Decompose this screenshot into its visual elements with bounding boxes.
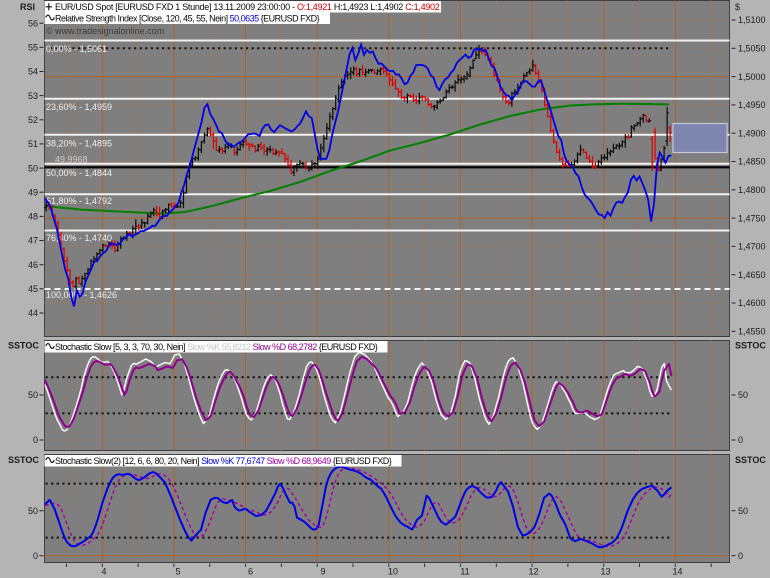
svg-text:1,4900: 1,4900	[738, 128, 766, 138]
svg-text:SSTOC: SSTOC	[735, 341, 766, 351]
svg-text:50: 50	[28, 506, 38, 516]
svg-text:1,4650: 1,4650	[738, 270, 766, 280]
svg-text:Relative Strength Index [Close: Relative Strength Index [Close, 120, 45,…	[55, 14, 320, 24]
svg-text:53: 53	[28, 91, 38, 101]
svg-text:RSI: RSI	[20, 2, 35, 12]
svg-text:1,5050: 1,5050	[738, 44, 766, 54]
svg-text:© www.tradesignalonline.com: © www.tradesignalonline.com	[46, 26, 164, 36]
svg-text:5: 5	[175, 567, 180, 577]
svg-text:50: 50	[28, 163, 38, 173]
svg-text:SSTOC: SSTOC	[8, 455, 39, 465]
svg-text:9: 9	[320, 567, 325, 577]
svg-text:49,9968: 49,9968	[55, 155, 88, 165]
svg-text:1,4700: 1,4700	[738, 242, 766, 252]
svg-text:1,4550: 1,4550	[738, 327, 766, 337]
svg-text:76,40% - 1,4740: 76,40% - 1,4740	[46, 233, 112, 243]
svg-text:1,5100: 1,5100	[738, 15, 766, 25]
svg-text:11: 11	[460, 567, 469, 577]
svg-text:12: 12	[528, 567, 538, 577]
svg-text:38,20% - 1,4895: 38,20% - 1,4895	[46, 139, 112, 149]
svg-text:23,60% - 1,4959: 23,60% - 1,4959	[46, 102, 112, 112]
svg-text:61,80% - 1,4792: 61,80% - 1,4792	[46, 196, 112, 206]
svg-text:50: 50	[738, 390, 748, 400]
svg-text:SSTOC: SSTOC	[8, 341, 39, 351]
svg-text:1,4950: 1,4950	[738, 100, 766, 110]
svg-text:56: 56	[28, 18, 38, 28]
svg-text:45: 45	[28, 284, 38, 294]
svg-text:0: 0	[33, 435, 38, 445]
svg-text:50: 50	[738, 506, 748, 516]
svg-text:0: 0	[738, 551, 743, 561]
svg-text:6: 6	[248, 567, 253, 577]
svg-text:10: 10	[388, 567, 398, 577]
svg-text:1,4750: 1,4750	[738, 213, 766, 223]
svg-text:52: 52	[28, 115, 38, 125]
svg-text:1,4800: 1,4800	[738, 185, 766, 195]
svg-text:$: $	[735, 2, 740, 12]
svg-text:14: 14	[672, 567, 682, 577]
svg-text:EUR/USD Spot [EURUSD FXD 1 St: EUR/USD Spot [EURUSD FXD 1 Stunde] 13.11…	[55, 2, 440, 12]
svg-text:55: 55	[28, 43, 38, 53]
svg-text:48: 48	[28, 212, 38, 222]
svg-text:50: 50	[28, 390, 38, 400]
svg-text:1,4600: 1,4600	[738, 298, 766, 308]
svg-text:0,00% - 1,5061: 0,00% - 1,5061	[46, 44, 107, 54]
svg-text:Stochastic Slow [5, 3, 3, 70,: Stochastic Slow [5, 3, 3, 70, 30, Nein] …	[55, 342, 378, 352]
svg-text:51: 51	[28, 139, 38, 149]
svg-text:49: 49	[28, 187, 38, 197]
svg-text:1,5000: 1,5000	[738, 72, 766, 82]
svg-text:SSTOC: SSTOC	[735, 455, 766, 465]
svg-text:Stochastic Slow(2) [12, 6, 6,: Stochastic Slow(2) [12, 6, 6, 80, 20, Ne…	[55, 456, 392, 466]
svg-text:54: 54	[28, 67, 38, 77]
svg-text:44: 44	[28, 308, 38, 318]
svg-text:4: 4	[101, 567, 106, 577]
svg-text:0: 0	[738, 435, 743, 445]
svg-text:0: 0	[33, 551, 38, 561]
svg-text:46: 46	[28, 260, 38, 270]
svg-text:1,4850: 1,4850	[738, 157, 766, 167]
svg-text:47: 47	[28, 236, 38, 246]
svg-text:13: 13	[600, 567, 610, 577]
svg-text:50,00% - 1,4844: 50,00% - 1,4844	[46, 168, 112, 178]
